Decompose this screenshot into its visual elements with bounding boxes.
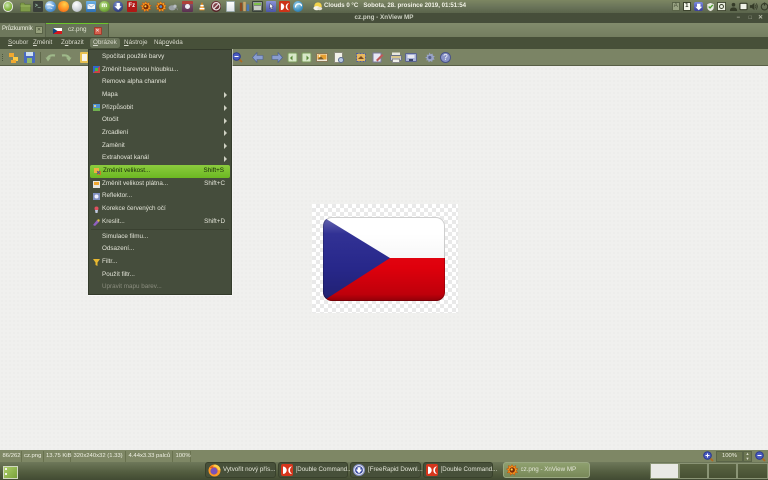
svg-text:?: ? <box>443 53 448 62</box>
